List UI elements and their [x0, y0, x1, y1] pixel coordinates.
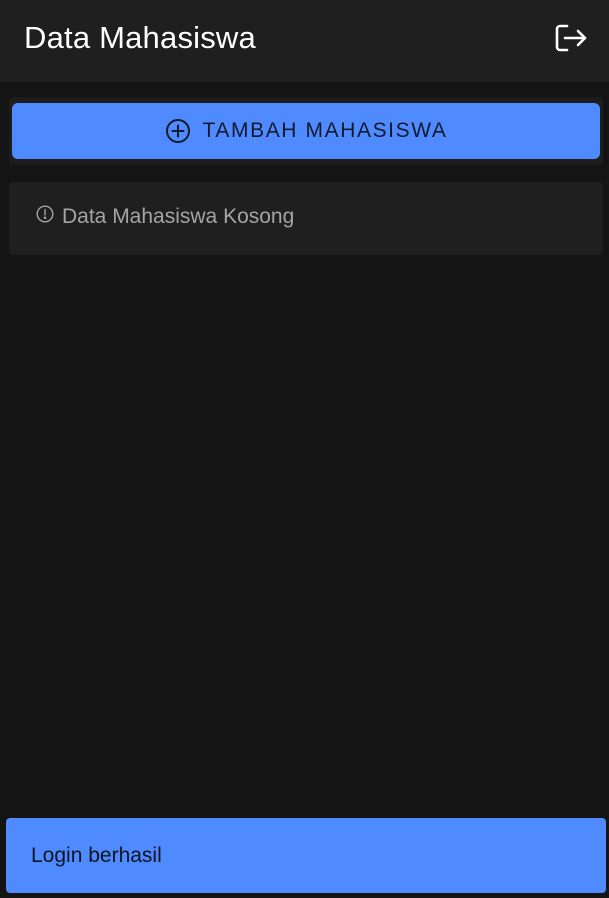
app-root: Data Mahasiswa TAMBAH MAHASISWA Data Mah…	[0, 0, 609, 898]
logout-icon	[554, 23, 588, 53]
empty-state-message: Data Mahasiswa Kosong	[62, 205, 295, 228]
info-circle-icon	[36, 205, 54, 223]
page-title: Data Mahasiswa	[24, 20, 256, 55]
snackbar: Login berhasil	[6, 818, 606, 893]
plus-circle-icon	[165, 118, 191, 144]
add-student-button[interactable]: TAMBAH MAHASISWA	[12, 103, 600, 159]
app-header: Data Mahasiswa	[0, 0, 609, 82]
snackbar-message: Login berhasil	[31, 843, 162, 867]
empty-state-card: Data Mahasiswa Kosong	[9, 182, 603, 255]
add-student-label: TAMBAH MAHASISWA	[202, 119, 448, 142]
add-student-card: TAMBAH MAHASISWA	[9, 97, 603, 165]
logout-button[interactable]	[551, 18, 591, 58]
